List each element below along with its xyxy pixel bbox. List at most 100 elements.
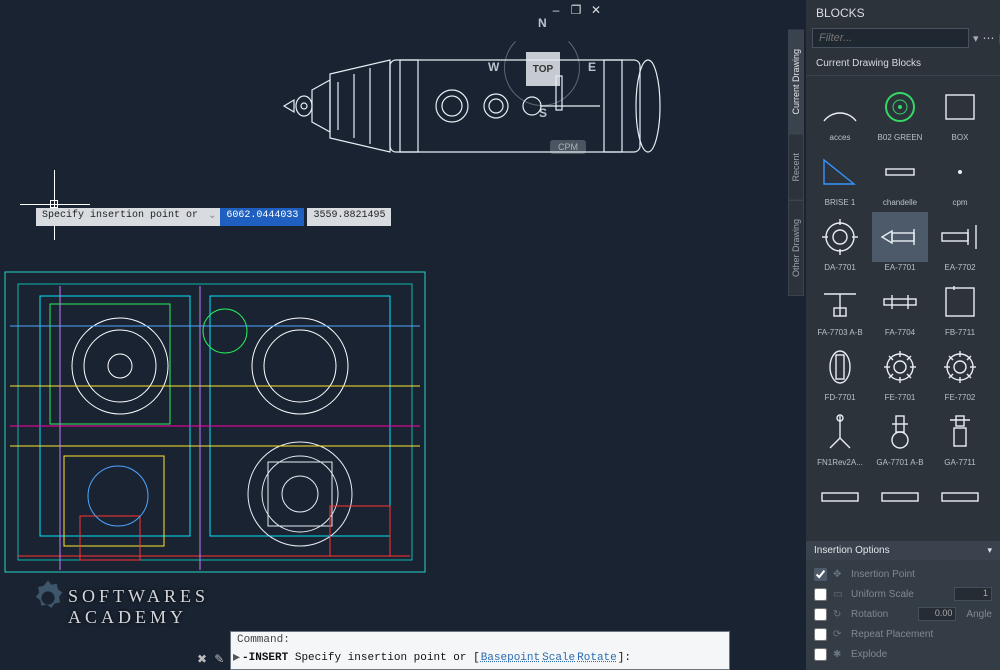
filter-row: ▾ ⋯ ▦ xyxy=(806,26,1000,54)
block-label: FD-7701 xyxy=(812,392,868,405)
command-option-scale[interactable]: Scale xyxy=(541,652,576,664)
filter-input[interactable] xyxy=(812,28,969,48)
block-label: FA-7703 A-B xyxy=(812,327,868,340)
block-thumbnail xyxy=(932,277,988,327)
block-thumbnail xyxy=(872,277,928,327)
palette-category-tabs: Current Drawing Recent Other Drawing xyxy=(788,30,806,296)
drawing-canvas[interactable]: – ❐ ✕ TOP N S E W CPM xyxy=(0,0,806,670)
block-chandelle[interactable]: chandelle xyxy=(872,147,928,210)
option-icon: ⟳ xyxy=(833,629,845,640)
option-value[interactable]: 1 xyxy=(954,587,992,601)
tab-current-drawing[interactable]: Current Drawing xyxy=(788,30,804,134)
tab-other-drawing[interactable]: Other Drawing xyxy=(788,200,804,296)
block-FD-7701[interactable]: FD-7701 xyxy=(812,342,868,405)
block-BOX[interactable]: BOX xyxy=(932,82,988,145)
insertion-option-repeat-placement[interactable]: ⟳ Repeat Placement xyxy=(814,624,992,644)
block-EA-7701[interactable]: EA-7701 xyxy=(872,212,928,275)
insertion-option-explode[interactable]: ✱Explode xyxy=(814,644,992,664)
restore-button[interactable]: ❐ xyxy=(570,4,582,16)
block-FA-7704[interactable]: FA-7704 xyxy=(872,277,928,340)
block-BRISE 1[interactable]: BRISE 1 xyxy=(812,147,868,210)
block-label: FA-7704 xyxy=(872,327,928,340)
drawing-object-vessel xyxy=(260,46,680,186)
option-checkbox[interactable] xyxy=(814,628,827,641)
option-checkbox[interactable] xyxy=(814,568,827,581)
command-option-basepoint[interactable]: Basepoint xyxy=(480,652,541,664)
block-label: BOX xyxy=(932,132,988,145)
option-label: Explode xyxy=(851,649,887,660)
block-B02 GREEN[interactable]: B02 GREEN xyxy=(872,82,928,145)
block-thumbnail xyxy=(812,82,868,132)
block-label: chandelle xyxy=(872,197,928,210)
block-label xyxy=(872,522,928,526)
block-thumbnail xyxy=(812,342,868,392)
block-thumbnail xyxy=(872,407,928,457)
filter-dropdown-icon[interactable]: ▾ xyxy=(973,32,979,45)
dynamic-input-y[interactable]: 3559.8821495 xyxy=(307,208,391,226)
option-icon: ▭ xyxy=(833,589,845,600)
minimize-button[interactable]: – xyxy=(550,4,562,16)
watermark-gear-icon xyxy=(26,576,70,620)
block-hbar-w[interactable] xyxy=(812,472,868,526)
block-thumbnail xyxy=(932,147,988,197)
option-suffix: Angle xyxy=(966,609,992,620)
block-FE-7702[interactable]: FE-7702 xyxy=(932,342,988,405)
option-label: Rotation xyxy=(851,609,888,620)
command-current-cmd: -INSERT xyxy=(242,652,288,664)
watermark-logo: SOFTWARES ACADEMY xyxy=(68,586,209,628)
section-current-drawing-blocks: Current Drawing Blocks xyxy=(806,54,1000,76)
block-thumbnail xyxy=(812,407,868,457)
block-hbar-w[interactable] xyxy=(872,472,928,526)
option-checkbox[interactable] xyxy=(814,648,827,661)
crosshair-cursor xyxy=(20,170,90,240)
block-label: acces xyxy=(812,132,868,145)
insertion-options-header[interactable]: Insertion Options▾ xyxy=(806,541,1000,560)
insertion-option-uniform-scale[interactable]: ▭ Uniform Scale 1 xyxy=(814,584,992,604)
dynamic-input-x[interactable]: 6062.0444033 xyxy=(220,208,304,226)
block-label: FE-7701 xyxy=(872,392,928,405)
insertion-option-insertion-point[interactable]: ✥Insertion Point xyxy=(814,564,992,584)
commandline-customize[interactable]: ✖ ✎ xyxy=(197,652,227,667)
option-label: Insertion Point xyxy=(851,569,915,580)
watermark-line2: ACADEMY xyxy=(68,607,209,628)
block-DA-7701[interactable]: DA-7701 xyxy=(812,212,868,275)
block-GA-7711[interactable]: GA-7711 xyxy=(932,407,988,470)
command-option-rotate[interactable]: Rotate xyxy=(576,652,618,664)
dynamic-input[interactable]: Specify insertion point or ⌄ 6062.044403… xyxy=(36,208,391,226)
command-tail: ]: xyxy=(618,652,631,664)
filter-settings-icon[interactable]: ⋯ xyxy=(983,29,995,47)
block-label: EA-7701 xyxy=(872,262,928,275)
block-hbar-w[interactable] xyxy=(932,472,988,526)
block-thumbnail xyxy=(932,212,988,262)
window-controls: – ❐ ✕ xyxy=(550,4,602,16)
block-GA-7701 A-B[interactable]: GA-7701 A-B xyxy=(872,407,928,470)
block-thumbnail xyxy=(872,472,928,522)
block-cpm[interactable]: cpm xyxy=(932,147,988,210)
insertion-option-rotation[interactable]: ↻Rotation0.00Angle xyxy=(814,604,992,624)
block-acces[interactable]: acces xyxy=(812,82,868,145)
watermark-line1: SOFTWARES xyxy=(68,586,209,607)
block-FN1Rev2A...[interactable]: FN1Rev2A... xyxy=(812,407,868,470)
block-label: cpm xyxy=(932,197,988,210)
block-thumbnail xyxy=(932,342,988,392)
command-prompt-icon: ▸ xyxy=(233,649,240,666)
dynamic-input-options-icon[interactable]: ⌄ xyxy=(204,208,220,226)
tab-recent[interactable]: Recent xyxy=(788,134,804,201)
option-value[interactable]: 0.00 xyxy=(918,607,956,621)
block-EA-7702[interactable]: EA-7702 xyxy=(932,212,988,275)
command-line[interactable]: ✖ ✎ Command: ▸ -INSERT Specify insertion… xyxy=(230,631,730,670)
option-checkbox[interactable] xyxy=(814,588,827,601)
viewcube-north[interactable]: N xyxy=(538,16,547,30)
block-label: FE-7702 xyxy=(932,392,988,405)
block-FA-7703 A-B[interactable]: FA-7703 A-B xyxy=(812,277,868,340)
block-FE-7701[interactable]: FE-7701 xyxy=(872,342,928,405)
option-label: Uniform Scale xyxy=(851,589,914,600)
block-FB-7711[interactable]: FB-7711 xyxy=(932,277,988,340)
block-label: FB-7711 xyxy=(932,327,988,340)
block-label: B02 GREEN xyxy=(872,132,928,145)
option-checkbox[interactable] xyxy=(814,608,827,621)
close-button[interactable]: ✕ xyxy=(590,4,602,16)
option-label: Repeat Placement xyxy=(851,629,933,640)
block-thumbnail xyxy=(932,82,988,132)
command-prompt-text: Specify insertion point or [ xyxy=(295,652,480,664)
